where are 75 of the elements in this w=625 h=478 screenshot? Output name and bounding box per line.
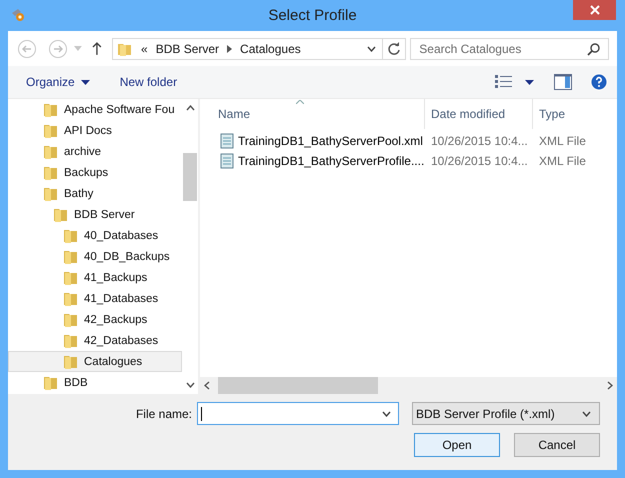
folder-icon — [43, 186, 59, 202]
tree-item[interactable]: 40_DB_Backups — [8, 246, 182, 267]
date-cell-text: 10/26/2015 10:4... — [430, 154, 529, 168]
cancel-button[interactable]: Cancel — [514, 433, 600, 457]
overflow-chevron[interactable]: « — [141, 42, 148, 56]
tree-item[interactable]: 42_Databases — [8, 330, 182, 351]
search-icon — [587, 42, 600, 56]
tree-item[interactable]: Apache Software Fou — [8, 99, 182, 120]
close-icon — [590, 5, 600, 15]
folder-icon — [63, 354, 79, 370]
file-name[interactable]: TrainingDB1_BathyServerProfile.... — [238, 154, 424, 168]
preview-pane-icon[interactable] — [554, 74, 572, 90]
chevron-down-icon[interactable] — [382, 411, 391, 417]
document-icon — [220, 133, 234, 149]
window-title: Select Profile — [268, 6, 357, 24]
address-bar[interactable]: « BDB Server Catalogues — [112, 38, 383, 60]
breadcrumb[interactable]: Catalogues — [240, 42, 301, 56]
close-button[interactable] — [573, 0, 616, 20]
folder-icon — [63, 290, 79, 306]
tree-item[interactable]: 40_Databases — [8, 225, 182, 246]
breadcrumb[interactable]: BDB Server — [156, 42, 220, 56]
separator-icon[interactable] — [227, 44, 232, 52]
folder-icon — [63, 228, 79, 244]
file-name-field[interactable] — [197, 402, 399, 425]
tree-item[interactable]: API Docs — [8, 120, 182, 141]
column-header[interactable]: Type — [533, 99, 613, 129]
chevron-right-icon[interactable] — [607, 381, 613, 390]
chevron-down-icon[interactable] — [186, 382, 194, 388]
refresh-button[interactable] — [382, 38, 406, 60]
tree-item[interactable]: Backups — [8, 162, 182, 183]
up-arrow-icon[interactable] — [92, 42, 102, 55]
column-header[interactable]: Name — [200, 99, 425, 129]
folder-icon — [63, 248, 79, 264]
scrollbar[interactable] — [200, 377, 617, 394]
tree-item[interactable]: Bathy — [8, 183, 182, 204]
organize-button[interactable]: Organize — [26, 75, 90, 89]
scrollbar-thumb[interactable] — [218, 377, 378, 394]
view-list-icon[interactable] — [495, 75, 513, 89]
folder-icon — [43, 144, 59, 160]
tree-item[interactable]: 41_Databases — [8, 288, 182, 309]
open-button[interactable]: Open — [414, 433, 500, 457]
chevron-up-icon[interactable] — [186, 105, 194, 111]
column-header[interactable]: Date modified — [425, 99, 533, 129]
document-icon — [220, 153, 234, 169]
help-icon[interactable] — [591, 74, 607, 90]
scrollbar-thumb[interactable] — [183, 153, 197, 201]
folder-icon — [43, 374, 59, 390]
date-cell-text: 10/26/2015 10:4... — [430, 134, 529, 148]
chevron-down-icon — [582, 410, 591, 416]
file-type-dropdown[interactable]: BDB Server Profile (*.xml) — [412, 402, 600, 425]
search-field[interactable]: Search Catalogues — [410, 38, 609, 60]
folder-icon — [63, 312, 79, 328]
tree-item[interactable]: 42_Backups — [8, 309, 182, 330]
folder-icon — [43, 164, 59, 180]
new-folder-button[interactable]: New folder — [120, 75, 178, 89]
chevron-down-icon[interactable] — [366, 46, 376, 52]
tree-item[interactable]: 41_Backups — [8, 267, 182, 288]
tree-item[interactable]: archive — [8, 141, 182, 162]
caret-icon — [80, 80, 90, 84]
caret-icon[interactable] — [525, 80, 534, 84]
folder-icon — [53, 206, 69, 222]
folder-icon — [43, 102, 59, 118]
chevron-left-icon[interactable] — [204, 381, 210, 390]
text-cursor — [201, 407, 202, 421]
tree-item[interactable]: Catalogues — [8, 351, 182, 372]
type-cell-text: XML File — [538, 154, 587, 168]
refresh-icon — [386, 42, 401, 56]
folder-icon — [63, 270, 79, 286]
folder-icon — [43, 122, 59, 138]
tree-item[interactable]: BDB Server — [8, 204, 182, 225]
folder-icon — [63, 332, 79, 348]
file-name-label: File name: — [136, 406, 192, 420]
type-cell-text: XML File — [538, 134, 587, 148]
tree-item[interactable]: BDB — [8, 372, 182, 393]
file-name[interactable]: TrainingDB1_BathyServerPool.xml — [238, 134, 423, 148]
